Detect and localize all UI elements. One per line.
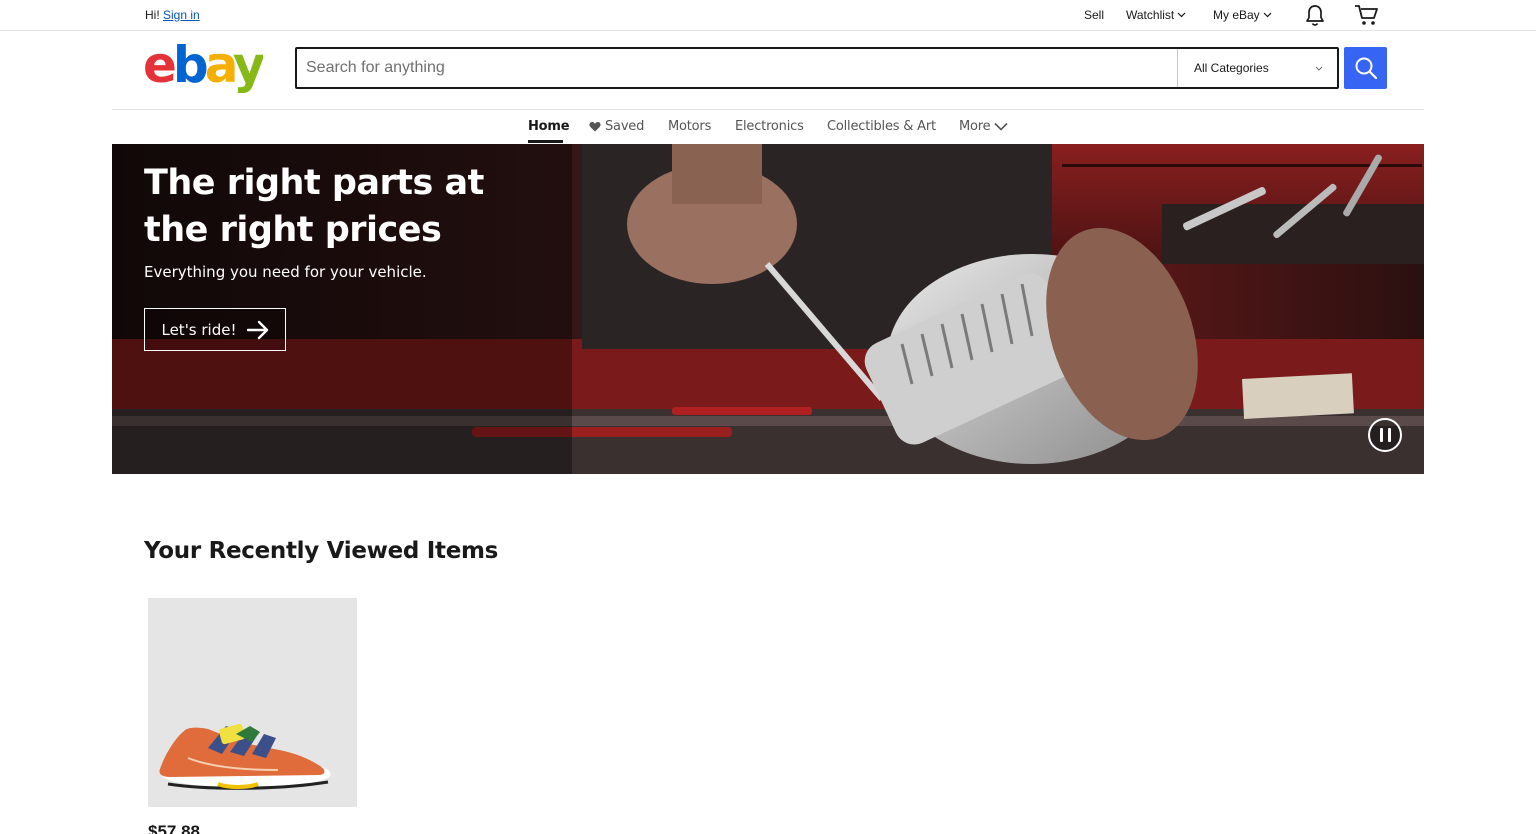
greeting-text: Hi! xyxy=(145,8,160,22)
search-icon xyxy=(1355,57,1377,80)
category-select-value: All Categories xyxy=(1194,61,1269,75)
sign-in-link[interactable]: Sign in xyxy=(163,8,200,22)
main-nav: Home Saved Motors Electronics Collectibl… xyxy=(0,110,1536,144)
nav-item-collectibles-art[interactable]: Collectibles & Art xyxy=(827,119,936,134)
nav-item-label: Saved xyxy=(605,119,645,134)
nav-item-label: Electronics xyxy=(735,119,804,134)
nav-item-more[interactable]: More xyxy=(959,119,1009,134)
heart-icon xyxy=(589,122,601,132)
nav-item-label: Motors xyxy=(668,119,712,134)
my-ebay-label: My eBay xyxy=(1213,8,1260,22)
ebay-logo[interactable]: ebay xyxy=(143,36,269,94)
chevron-down-icon xyxy=(1263,12,1272,18)
greeting: Hi! Sign in xyxy=(145,8,200,22)
search-button[interactable] xyxy=(1344,47,1387,89)
search-bar: All Categories xyxy=(295,47,1339,89)
hero-title: The right parts at the right prices xyxy=(144,163,484,250)
svg-text:ebay: ebay xyxy=(143,43,263,93)
nav-item-label: Collectibles & Art xyxy=(827,119,936,134)
chevron-down-icon xyxy=(994,122,1009,131)
nav-item-home[interactable]: Home xyxy=(528,119,570,134)
watchlist-menu[interactable]: Watchlist xyxy=(1126,8,1186,22)
category-select[interactable]: All Categories xyxy=(1177,49,1337,87)
top-utility-bar: Hi! Sign in Sell Watchlist My eBay xyxy=(0,0,1536,31)
nav-item-label: More xyxy=(959,119,991,134)
pause-icon xyxy=(1379,428,1383,442)
hero-subtitle: Everything you need for your vehicle. xyxy=(144,263,427,281)
hero-cta-label: Let's ride! xyxy=(161,320,237,339)
sell-label: Sell xyxy=(1084,8,1105,22)
recently-viewed-title: Your Recently Viewed Items xyxy=(144,538,499,564)
watchlist-label: Watchlist xyxy=(1126,8,1175,22)
arrow-right-icon xyxy=(246,320,268,339)
nav-active-indicator xyxy=(528,140,563,143)
recent-item-image[interactable] xyxy=(148,598,357,807)
pause-button[interactable] xyxy=(1368,418,1402,452)
chevron-down-icon xyxy=(1315,66,1323,71)
nav-item-label: Home xyxy=(528,119,570,134)
my-ebay-menu[interactable]: My eBay xyxy=(1213,8,1272,22)
nav-item-motors[interactable]: Motors xyxy=(668,119,711,134)
chevron-down-icon xyxy=(1177,12,1186,18)
search-input[interactable] xyxy=(297,49,1177,87)
hero-cta-button[interactable]: Let's ride! xyxy=(144,308,286,351)
cart-icon[interactable] xyxy=(1354,3,1380,32)
recent-item-price[interactable]: $57.88 xyxy=(148,822,200,834)
hero-banner[interactable]: The right parts at the right prices Ever… xyxy=(112,144,1424,474)
nav-item-electronics[interactable]: Electronics xyxy=(735,119,804,134)
bell-icon[interactable] xyxy=(1304,3,1326,32)
sneaker-image xyxy=(159,723,331,790)
sell-link[interactable]: Sell xyxy=(1084,8,1104,22)
nav-item-saved[interactable]: Saved xyxy=(589,119,644,134)
